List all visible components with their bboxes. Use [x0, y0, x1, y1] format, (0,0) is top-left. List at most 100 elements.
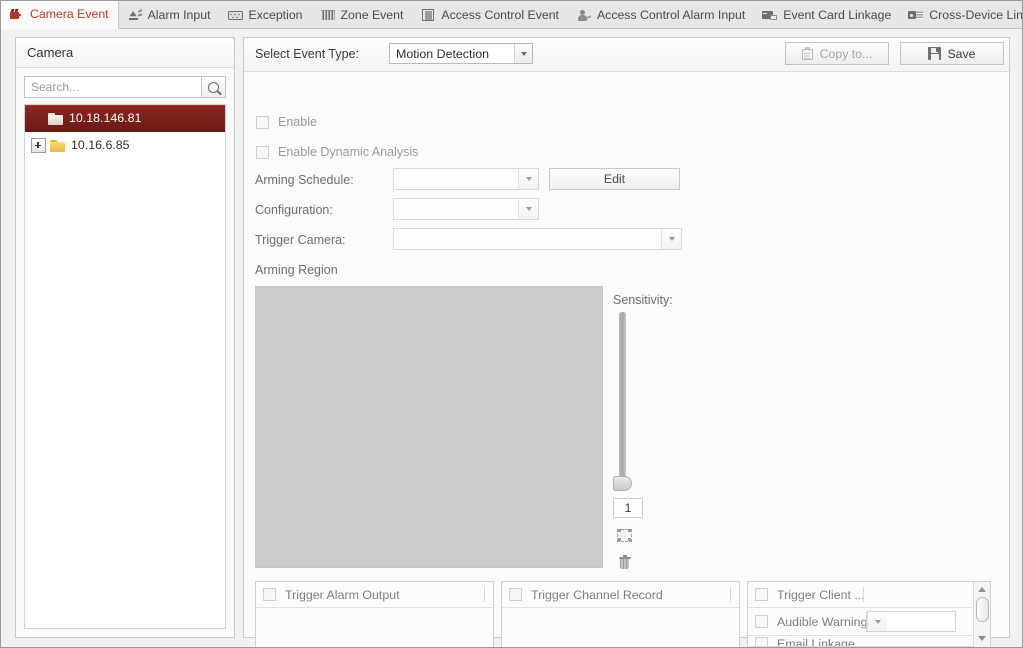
- arming-region-canvas[interactable]: [255, 286, 603, 568]
- tab-zone-event[interactable]: Zone Event: [312, 1, 413, 29]
- zone-event-icon: [320, 8, 336, 22]
- trigger-camera-label: Trigger Camera:: [255, 233, 346, 247]
- event-type-select[interactable]: Motion Detection: [389, 43, 533, 64]
- trigger-client-action-list: Trigger Client ... Audible Warning Email…: [748, 582, 972, 647]
- trigger-alarm-output-panel: Trigger Alarm Output: [255, 581, 494, 647]
- event-management-window: Camera Event Alarm Input Exception Zone …: [0, 0, 1023, 648]
- column-divider: [863, 587, 864, 602]
- save-button[interactable]: Save: [900, 42, 1004, 65]
- trigger-channel-record-title: Trigger Channel Record: [531, 587, 663, 602]
- scroll-up-icon[interactable]: [974, 582, 990, 597]
- column-divider: [730, 587, 731, 602]
- tab-label: Cross-Device Linkage: [929, 7, 1023, 22]
- trigger-alarm-output-header[interactable]: Trigger Alarm Output: [256, 582, 493, 608]
- search-input[interactable]: [24, 76, 202, 98]
- draw-region-icon: [617, 528, 632, 542]
- save-label: Save: [947, 46, 976, 61]
- sensitivity-value[interactable]: 1: [613, 498, 643, 518]
- tab-label: Event Card Linkage: [783, 7, 892, 22]
- tab-camera-event[interactable]: Camera Event: [1, 1, 119, 29]
- tab-exception[interactable]: Exception: [220, 1, 312, 29]
- configuration-select[interactable]: [393, 198, 539, 220]
- event-type-label: Select Event Type:: [255, 47, 359, 61]
- event-config-panel: Select Event Type: Motion Detection Copy…: [243, 37, 1010, 647]
- tab-label: Access Control Alarm Input: [596, 7, 746, 22]
- trash-icon: [618, 555, 631, 569]
- tab-access-control-event[interactable]: Access Control Event: [412, 1, 568, 29]
- enable-dynamic-analysis-row[interactable]: Enable Dynamic Analysis: [256, 145, 418, 159]
- cross-device-icon: [908, 8, 924, 22]
- audible-warning-row[interactable]: Audible Warning: [748, 608, 972, 636]
- arming-schedule-label: Arming Schedule:: [255, 173, 354, 187]
- arming-schedule-value: [394, 169, 518, 189]
- config-toolbar: Select Event Type: Motion Detection Copy…: [244, 38, 1009, 72]
- trigger-client-action-title: Trigger Client ...: [777, 587, 865, 602]
- tab-label: Access Control Event: [441, 7, 559, 22]
- trigger-alarm-output-checkbox[interactable]: [263, 588, 276, 601]
- sensitivity-label: Sensitivity:: [613, 293, 673, 307]
- folder-icon: [48, 112, 63, 125]
- draw-region-button[interactable]: [615, 526, 634, 544]
- chevron-down-icon: [514, 44, 532, 63]
- chevron-down-icon: [661, 229, 681, 249]
- vertical-scrollbar[interactable]: [973, 582, 990, 647]
- door-icon: [420, 8, 436, 22]
- person-alarm-icon: [576, 8, 592, 22]
- floppy-disk-icon: [928, 47, 942, 60]
- trigger-camera-select[interactable]: [393, 228, 682, 250]
- enable-label: Enable: [278, 115, 317, 129]
- copy-to-label: Copy to...: [819, 46, 873, 61]
- plus-icon[interactable]: [31, 138, 46, 153]
- enable-row[interactable]: Enable: [256, 115, 317, 129]
- tab-bar: Camera Event Alarm Input Exception Zone …: [1, 1, 1022, 29]
- vertical-scroll-thumb[interactable]: [976, 597, 989, 622]
- event-type-value: Motion Detection: [396, 46, 489, 61]
- trigger-channel-record-checkbox[interactable]: [509, 588, 522, 601]
- enable-dynamic-analysis-label: Enable Dynamic Analysis: [278, 145, 419, 159]
- tab-label: Zone Event: [340, 7, 404, 22]
- camera-panel: Camera 10.18.146.81 10.16.6.85: [15, 37, 235, 638]
- configuration-label: Configuration:: [255, 203, 333, 217]
- column-divider: [484, 587, 485, 602]
- delete-region-button[interactable]: [615, 553, 634, 571]
- audible-warning-select[interactable]: [866, 611, 956, 632]
- tab-label: Camera Event: [30, 7, 109, 22]
- trigger-camera-value: [394, 229, 661, 249]
- copy-to-button[interactable]: Copy to...: [785, 42, 889, 65]
- tab-access-control-alarm-input[interactable]: Access Control Alarm Input: [568, 1, 754, 29]
- enable-checkbox[interactable]: [256, 115, 269, 129]
- tab-event-card-linkage[interactable]: Event Card Linkage: [754, 1, 900, 29]
- trigger-client-action-header[interactable]: Trigger Client ...: [748, 582, 972, 608]
- search-row: [24, 76, 226, 98]
- edit-schedule-button[interactable]: Edit: [549, 168, 680, 190]
- scroll-down-icon[interactable]: [974, 631, 990, 646]
- arming-region-label: Arming Region: [255, 263, 338, 277]
- sensitivity-slider-handle[interactable]: [613, 476, 632, 491]
- configuration-value: [394, 199, 518, 219]
- tree-item-device[interactable]: 10.18.146.81: [25, 105, 225, 132]
- tab-cross-device-linkage[interactable]: Cross-Device Linkage: [900, 1, 1023, 29]
- tree-item-label: 10.16.6.85: [71, 138, 130, 153]
- trigger-client-action-panel: Trigger Client ... Audible Warning Email…: [747, 581, 991, 647]
- tree-item-label: 10.18.146.81: [69, 111, 142, 126]
- arming-schedule-select[interactable]: [393, 168, 539, 190]
- trigger-channel-record-header[interactable]: Trigger Channel Record: [502, 582, 739, 608]
- trigger-client-action-checkbox[interactable]: [755, 588, 768, 601]
- panel-title: Camera: [16, 38, 234, 68]
- trigger-alarm-output-title: Trigger Alarm Output: [285, 587, 400, 602]
- chevron-down-icon: [867, 612, 887, 631]
- search-button[interactable]: [202, 76, 226, 98]
- audible-warning-checkbox[interactable]: [755, 615, 768, 628]
- alarm-input-icon: [127, 8, 143, 22]
- tab-label: Alarm Input: [147, 7, 211, 22]
- exception-icon: [227, 8, 244, 22]
- camera-tree: 10.18.146.81 10.16.6.85: [24, 104, 226, 629]
- trigger-channel-record-panel: Trigger Channel Record: [501, 581, 740, 647]
- sensitivity-slider-track[interactable]: [619, 312, 626, 482]
- enable-dynamic-analysis-checkbox[interactable]: [256, 145, 269, 159]
- card-linkage-icon: [762, 8, 778, 22]
- tab-alarm-input[interactable]: Alarm Input: [119, 1, 220, 29]
- chevron-down-icon: [518, 199, 538, 219]
- chevron-down-icon: [518, 169, 538, 189]
- tree-item-device[interactable]: 10.16.6.85: [25, 132, 225, 159]
